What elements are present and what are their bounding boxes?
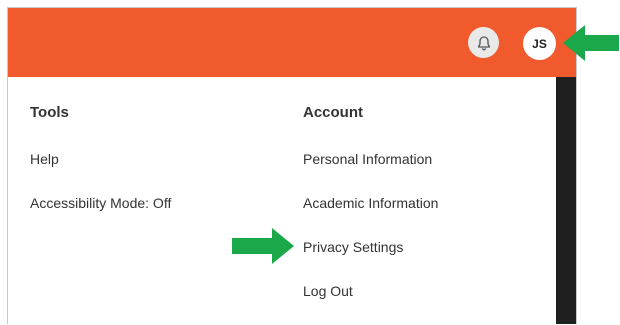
arrow-right-icon bbox=[232, 228, 294, 264]
account-heading: Account bbox=[303, 104, 363, 121]
menu-item-accessibility-mode[interactable]: Accessibility Mode: Off bbox=[30, 195, 171, 211]
avatar-initials: JS bbox=[532, 36, 547, 51]
menu-panel: JS Tools Help Accessibility Mode: Off Ac… bbox=[7, 7, 577, 324]
avatar-pointer-arrow bbox=[563, 25, 619, 61]
tools-heading: Tools bbox=[30, 104, 69, 121]
menu-item-privacy-settings[interactable]: Privacy Settings bbox=[303, 239, 403, 255]
top-bar: JS bbox=[8, 8, 576, 77]
menu-item-help[interactable]: Help bbox=[30, 151, 59, 167]
privacy-pointer-arrow bbox=[232, 228, 294, 264]
menu-item-academic-information[interactable]: Academic Information bbox=[303, 195, 438, 211]
menu-item-personal-information[interactable]: Personal Information bbox=[303, 151, 432, 167]
bell-icon bbox=[477, 35, 490, 50]
scrollbar[interactable] bbox=[556, 77, 576, 324]
notifications-button[interactable] bbox=[468, 27, 499, 58]
arrow-left-icon bbox=[563, 25, 619, 61]
menu-item-log-out[interactable]: Log Out bbox=[303, 283, 353, 299]
avatar[interactable]: JS bbox=[523, 27, 556, 60]
